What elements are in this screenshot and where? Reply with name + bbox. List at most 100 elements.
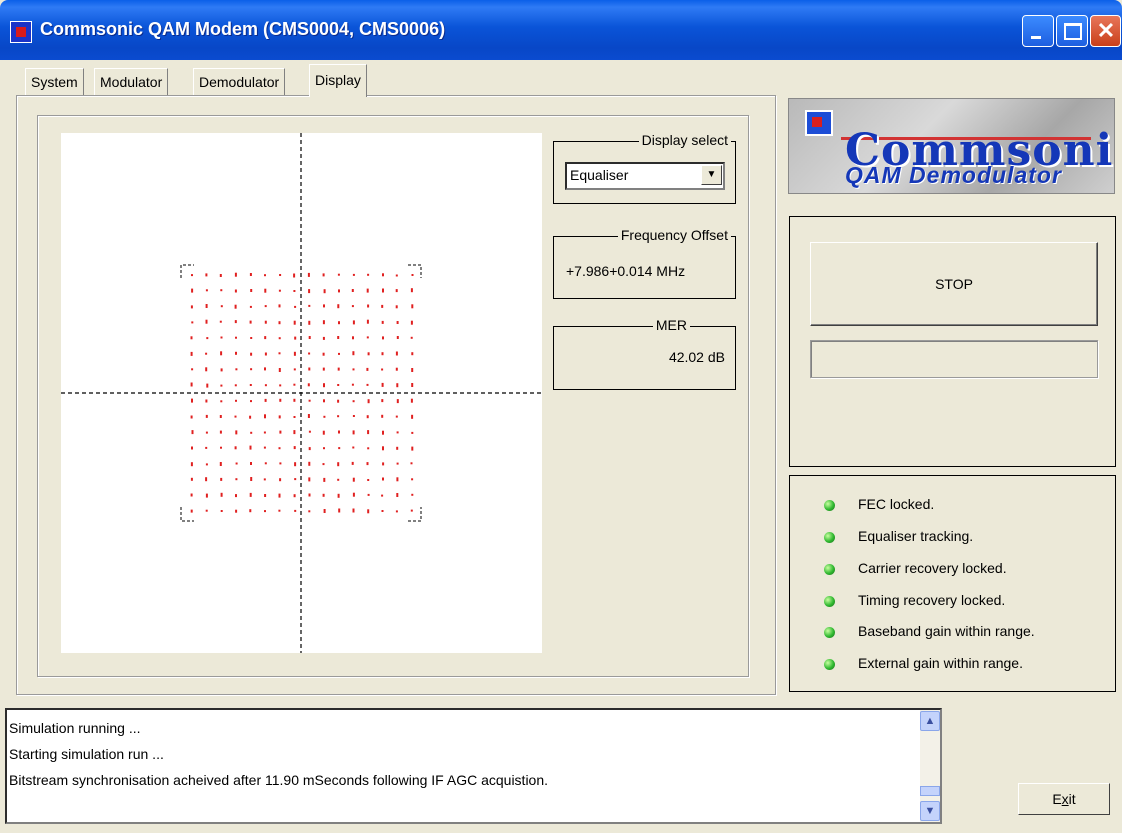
constellation-point [323, 399, 325, 403]
scroll-up-icon[interactable]: ▲ [920, 711, 940, 731]
constellation-point [249, 492, 252, 497]
constellation-point [279, 384, 282, 387]
constellation-point [219, 430, 222, 434]
constellation-point [396, 321, 399, 324]
log-scrollbar[interactable]: ▲ ▼ [920, 710, 940, 822]
constellation-point [307, 383, 310, 387]
constellation-point [337, 304, 340, 309]
status-led-icon [824, 659, 835, 670]
exit-label: Exit [1052, 791, 1076, 807]
constellation-point [322, 493, 325, 497]
constellation-point [264, 384, 267, 387]
maximize-button[interactable] [1056, 15, 1088, 47]
tab-modulator[interactable]: Modulator [94, 68, 169, 95]
constellation-point [337, 273, 340, 276]
constellation-point [264, 398, 267, 402]
constellation-point [367, 352, 370, 356]
constellation-point [338, 447, 341, 450]
constellation-point [352, 273, 355, 276]
status-label: Carrier recovery locked. [858, 560, 1007, 576]
constellation-point [352, 368, 355, 371]
constellation-point [205, 399, 208, 403]
close-icon: ✕ [1096, 18, 1116, 43]
constellation-point [396, 477, 399, 482]
scroll-down-icon[interactable]: ▼ [920, 801, 940, 821]
constellation-point [352, 400, 355, 403]
constellation-point [235, 509, 238, 513]
close-button[interactable]: ✕ [1090, 15, 1121, 47]
constellation-point [396, 462, 399, 465]
constellation-point [190, 415, 193, 419]
constellation-point [396, 431, 399, 434]
constellation-point [279, 274, 282, 276]
constellation-point [323, 304, 325, 308]
constellation-point [308, 430, 311, 433]
constellation-point [293, 494, 296, 498]
scroll-thumb[interactable] [920, 786, 940, 796]
constellation-point [307, 414, 310, 418]
constellation-point [352, 446, 355, 449]
constellation-point [235, 462, 238, 465]
constellation-point [234, 446, 237, 450]
constellation-point [264, 367, 266, 371]
constellation-point [381, 382, 384, 387]
constellation-point [264, 274, 266, 277]
log-textarea[interactable]: Simulation running ... Starting simulati… [5, 708, 942, 824]
log-line: Simulation running ... [9, 720, 141, 736]
constellation-point [323, 447, 325, 450]
app-icon[interactable] [10, 21, 32, 43]
constellation-point [382, 446, 384, 451]
constellation-point [293, 416, 296, 418]
constellation-point [263, 478, 266, 481]
constellation-point [205, 304, 208, 308]
constellation-point [264, 494, 267, 497]
constellation-point [308, 320, 311, 325]
mer-value: 42.02 dB [668, 349, 725, 365]
constellation-point [191, 430, 194, 435]
constellation-point [395, 367, 398, 371]
constellation-point [381, 510, 384, 512]
constellation-point [293, 368, 296, 371]
tab-demodulator[interactable]: Demodulator [193, 68, 286, 95]
constellation-point [411, 304, 414, 309]
constellation-point [308, 304, 311, 307]
constellation-point [352, 336, 354, 340]
frequency-offset-value: +7.986+0.014 MHz [566, 263, 686, 279]
dropdown-arrow-icon[interactable]: ▼ [701, 165, 722, 185]
constellation-point [395, 351, 398, 356]
exit-button[interactable]: Exit [1018, 783, 1110, 815]
constellation-point [396, 399, 399, 404]
constellation-point [381, 352, 384, 356]
constellation-point [322, 273, 325, 277]
constellation-point [278, 352, 281, 355]
tab-system[interactable]: System [25, 68, 84, 95]
status-label: Equaliser tracking. [858, 528, 974, 544]
constellation-point [323, 415, 326, 418]
minimize-button[interactable] [1022, 15, 1054, 47]
constellation-point [219, 320, 222, 323]
mer-title: MER [652, 317, 690, 333]
constellation-point [191, 446, 193, 450]
constellation-point [381, 368, 384, 371]
constellation-point [338, 508, 341, 513]
constellation-point [235, 478, 238, 481]
constellation-point [323, 477, 326, 482]
constellation-point [338, 352, 340, 355]
display-select-dropdown[interactable]: Equaliser ▼ [565, 162, 725, 190]
constellation-point [323, 509, 326, 513]
constellation-point [205, 414, 208, 418]
status-led-icon [824, 596, 835, 607]
constellation-point [410, 336, 413, 339]
constellation-point [338, 430, 340, 434]
corner-marker-bottom-right [408, 507, 422, 522]
constellation-point [263, 446, 266, 449]
constellation-point [293, 273, 296, 278]
constellation-point [279, 430, 282, 434]
constellation-point [337, 336, 340, 339]
constellation-point [351, 461, 354, 465]
constellation-point [219, 274, 222, 277]
constellation-point [308, 477, 311, 482]
constellation-plot [61, 133, 542, 653]
tab-display[interactable]: Display [309, 64, 367, 97]
stop-button[interactable]: STOP [810, 242, 1098, 326]
